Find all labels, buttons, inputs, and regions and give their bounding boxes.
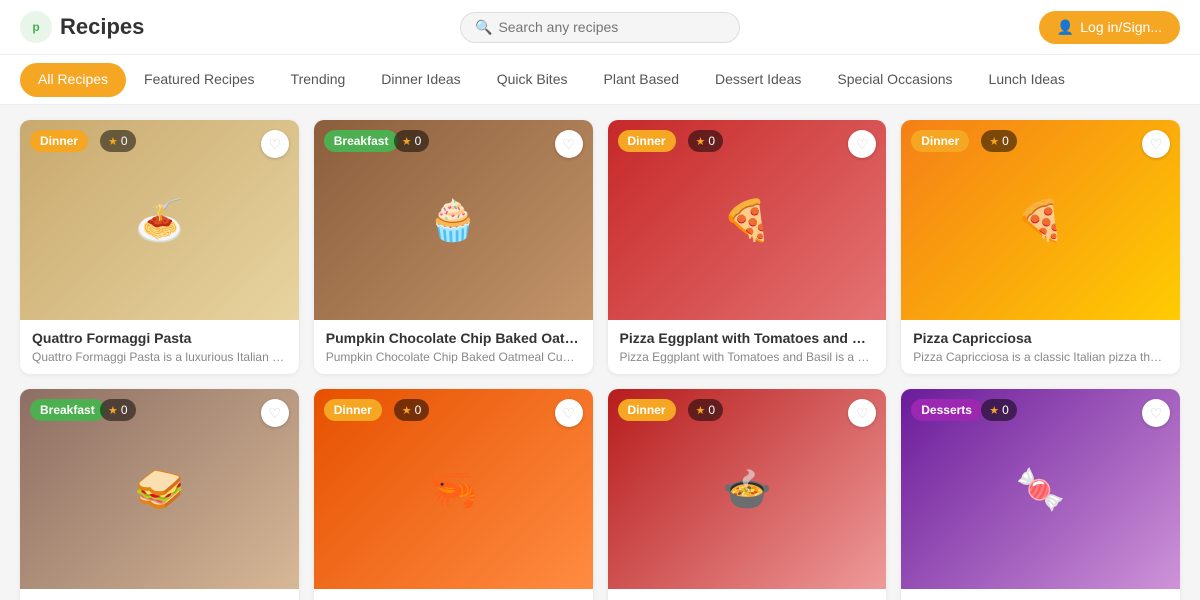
card-image-wrap: 🍝 Dinner ★ 0 ♡ bbox=[20, 120, 299, 320]
recipe-desc: Pumpkin Chocolate Chip Baked Oatmeal Cup… bbox=[326, 350, 581, 364]
tab-featured-recipes[interactable]: Featured Recipes bbox=[126, 59, 273, 101]
user-icon: 👤 bbox=[1057, 19, 1074, 36]
recipe-grid: 🍝 Dinner ★ 0 ♡ Quattro Formaggi Pasta Qu… bbox=[20, 120, 1180, 600]
recipe-title: Quattro Formaggi Pasta bbox=[32, 330, 287, 346]
star-icon: ★ bbox=[989, 135, 999, 148]
card-image-wrap: 🍕 Dinner ★ 0 ♡ bbox=[901, 120, 1180, 320]
card-image-wrap: 🧁 Breakfast ★ 0 ♡ bbox=[314, 120, 593, 320]
card-image-wrap: 🥪 Breakfast ★ 0 ♡ bbox=[20, 389, 299, 589]
search-icon: 🔍 bbox=[475, 19, 492, 36]
nav-tabs: All Recipes Featured Recipes Trending Di… bbox=[0, 55, 1200, 105]
card-image-wrap: 🍬 Desserts ★ 0 ♡ bbox=[901, 389, 1180, 589]
recipe-rating: ★ 0 bbox=[394, 130, 430, 152]
rating-value: 0 bbox=[415, 403, 422, 417]
login-button[interactable]: 👤 Log in/Sign... bbox=[1039, 11, 1180, 44]
star-icon: ★ bbox=[402, 135, 412, 148]
header: p Recipes 🔍 👤 Log in/Sign... bbox=[0, 0, 1200, 55]
star-icon: ★ bbox=[108, 404, 118, 417]
tab-lunch-ideas[interactable]: Lunch Ideas bbox=[971, 59, 1083, 101]
tab-dinner-ideas[interactable]: Dinner Ideas bbox=[363, 59, 478, 101]
recipe-tag: Dinner bbox=[618, 130, 676, 152]
tab-quick-bites[interactable]: Quick Bites bbox=[479, 59, 586, 101]
recipe-rating: ★ 0 bbox=[981, 130, 1017, 152]
recipe-title: Pizza Capricciosa bbox=[913, 330, 1168, 346]
card-image-wrap: 🍕 Dinner ★ 0 ♡ bbox=[608, 120, 887, 320]
recipe-card[interactable]: 🍕 Dinner ★ 0 ♡ Pizza Eggplant with Tomat… bbox=[608, 120, 887, 374]
recipe-rating: ★ 0 bbox=[688, 399, 724, 421]
main-content: 🍝 Dinner ★ 0 ♡ Quattro Formaggi Pasta Qu… bbox=[0, 105, 1200, 600]
recipe-title: Pumpkin Chocolate Chip Baked Oatmeal Cup… bbox=[326, 330, 581, 346]
rating-value: 0 bbox=[708, 403, 715, 417]
star-icon: ★ bbox=[989, 404, 999, 417]
recipe-tag: Dinner bbox=[911, 130, 969, 152]
recipe-desc: Pizza Eggplant with Tomatoes and Basil i… bbox=[620, 350, 875, 364]
tab-dessert-ideas[interactable]: Dessert Ideas bbox=[697, 59, 819, 101]
rating-value: 0 bbox=[121, 403, 128, 417]
recipe-tag: Breakfast bbox=[30, 399, 105, 421]
favorite-button[interactable]: ♡ bbox=[1142, 399, 1170, 427]
tab-plant-based[interactable]: Plant Based bbox=[586, 59, 698, 101]
recipe-rating: ★ 0 bbox=[394, 399, 430, 421]
tab-special-occasions[interactable]: Special Occasions bbox=[819, 59, 970, 101]
search-bar[interactable]: 🔍 bbox=[460, 12, 740, 43]
recipe-card[interactable]: 🍬 Desserts ★ 0 ♡ Macarons Delicate Frenc… bbox=[901, 389, 1180, 600]
favorite-button[interactable]: ♡ bbox=[261, 130, 289, 158]
favorite-button[interactable]: ♡ bbox=[1142, 130, 1170, 158]
card-body: Quattro Formaggi Pasta Quattro Formaggi … bbox=[20, 320, 299, 374]
recipe-card[interactable]: 🍕 Dinner ★ 0 ♡ Pizza Capricciosa Pizza C… bbox=[901, 120, 1180, 374]
card-image-wrap: 🦐 Dinner ★ 0 ♡ bbox=[314, 389, 593, 589]
tab-all-recipes[interactable]: All Recipes bbox=[20, 63, 126, 97]
card-body: Meat Stew A hearty meat stew with vegeta… bbox=[608, 589, 887, 600]
search-input[interactable] bbox=[498, 19, 725, 35]
card-body: Pizza Eggplant with Tomatoes and Basil P… bbox=[608, 320, 887, 374]
recipe-tag: Dinner bbox=[30, 130, 88, 152]
recipe-card[interactable]: 🍝 Dinner ★ 0 ♡ Quattro Formaggi Pasta Qu… bbox=[20, 120, 299, 374]
star-icon: ★ bbox=[108, 135, 118, 148]
recipe-card[interactable]: 🧁 Breakfast ★ 0 ♡ Pumpkin Chocolate Chip… bbox=[314, 120, 593, 374]
recipe-desc: Quattro Formaggi Pasta is a luxurious It… bbox=[32, 350, 287, 364]
recipe-desc: Pizza Capricciosa is a classic Italian p… bbox=[913, 350, 1168, 364]
recipe-card[interactable]: 🦐 Dinner ★ 0 ♡ Shrimp Pasta A flavorful … bbox=[314, 389, 593, 600]
logo-icon: p bbox=[20, 11, 52, 43]
star-icon: ★ bbox=[402, 404, 412, 417]
favorite-button[interactable]: ♡ bbox=[555, 399, 583, 427]
logo-area: p Recipes bbox=[20, 11, 144, 43]
recipe-tag: Breakfast bbox=[324, 130, 399, 152]
favorite-button[interactable]: ♡ bbox=[555, 130, 583, 158]
recipe-card[interactable]: 🍲 Dinner ★ 0 ♡ Meat Stew A hearty meat s… bbox=[608, 389, 887, 600]
tab-trending[interactable]: Trending bbox=[273, 59, 364, 101]
app-title: Recipes bbox=[60, 14, 144, 40]
rating-value: 0 bbox=[121, 134, 128, 148]
recipe-title: Pizza Eggplant with Tomatoes and Basil bbox=[620, 330, 875, 346]
login-label: Log in/Sign... bbox=[1080, 19, 1162, 35]
recipe-tag: Dinner bbox=[324, 399, 382, 421]
recipe-tag: Dinner bbox=[618, 399, 676, 421]
rating-value: 0 bbox=[1002, 403, 1009, 417]
recipe-tag: Desserts bbox=[911, 399, 982, 421]
card-body: Shrimp Pasta A flavorful shrimp pasta wi… bbox=[314, 589, 593, 600]
card-body: Macarons Delicate French macarons with a… bbox=[901, 589, 1180, 600]
rating-value: 0 bbox=[1002, 134, 1009, 148]
card-body: Breakfast Sandwich A delicious breakfast… bbox=[20, 589, 299, 600]
card-body: Pizza Capricciosa Pizza Capricciosa is a… bbox=[901, 320, 1180, 374]
recipe-card[interactable]: 🥪 Breakfast ★ 0 ♡ Breakfast Sandwich A d… bbox=[20, 389, 299, 600]
star-icon: ★ bbox=[696, 404, 706, 417]
card-body: Pumpkin Chocolate Chip Baked Oatmeal Cup… bbox=[314, 320, 593, 374]
recipe-rating: ★ 0 bbox=[688, 130, 724, 152]
favorite-button[interactable]: ♡ bbox=[261, 399, 289, 427]
rating-value: 0 bbox=[708, 134, 715, 148]
card-image-wrap: 🍲 Dinner ★ 0 ♡ bbox=[608, 389, 887, 589]
recipe-rating: ★ 0 bbox=[981, 399, 1017, 421]
recipe-rating: ★ 0 bbox=[100, 130, 136, 152]
star-icon: ★ bbox=[696, 135, 706, 148]
rating-value: 0 bbox=[415, 134, 422, 148]
recipe-rating: ★ 0 bbox=[100, 399, 136, 421]
